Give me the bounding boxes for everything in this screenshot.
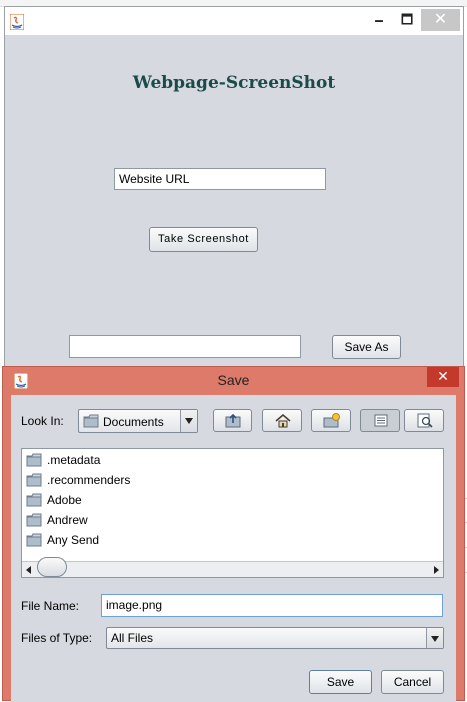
up-one-level-icon [225, 413, 241, 428]
file-name: Andrew [47, 513, 88, 527]
take-screenshot-button[interactable]: Take Screenshot [149, 227, 258, 252]
file-list[interactable]: .metadata .recommenders Adobe Andrew Any… [21, 448, 444, 578]
folder-icon [26, 453, 42, 467]
look-in-combo[interactable]: Documents [78, 409, 198, 433]
details-view-icon [417, 413, 433, 428]
minimize-button[interactable]: 🗕 [366, 9, 392, 31]
files-of-type-combo[interactable]: All Files [106, 627, 444, 649]
dialog-title: Save [217, 372, 250, 388]
dialog-close-button[interactable]: ✕ [427, 367, 459, 387]
file-name: .metadata [47, 453, 101, 467]
scroll-right-icon[interactable] [434, 566, 439, 574]
save-path-field[interactable] [69, 335, 301, 358]
scroll-left-icon[interactable] [26, 566, 31, 574]
file-name-input[interactable]: image.png [101, 594, 443, 617]
chevron-down-icon [426, 628, 443, 648]
save-button[interactable]: Save [309, 670, 372, 694]
maximize-button[interactable]: 🗖 [394, 9, 420, 31]
home-button[interactable] [262, 409, 302, 432]
file-name-label: File Name: [21, 599, 80, 613]
list-view-button[interactable] [360, 409, 400, 432]
folder-icon [26, 513, 42, 527]
file-name: Any Send [47, 533, 100, 547]
folder-icon [26, 493, 42, 507]
save-as-button[interactable]: Save As [332, 335, 401, 359]
horizontal-scrollbar[interactable] [22, 557, 443, 577]
folder-icon [26, 533, 42, 547]
files-of-type-label: Files of Type: [21, 631, 93, 645]
website-url-input[interactable]: Website URL [114, 168, 326, 190]
home-icon [275, 414, 291, 428]
files-of-type-value: All Files [111, 631, 154, 645]
file-name: Adobe [47, 493, 82, 507]
look-in-value: Documents [103, 415, 164, 429]
folder-icon [26, 473, 42, 487]
java-app-icon [10, 14, 24, 30]
new-folder-icon [323, 413, 340, 428]
new-folder-button[interactable] [311, 409, 351, 432]
up-one-level-button[interactable] [213, 409, 252, 432]
folder-icon [83, 414, 99, 428]
list-view-icon [374, 414, 388, 427]
scrollbar-thumb[interactable] [37, 557, 67, 577]
app-title: Webpage-ScreenShot [132, 73, 336, 93]
details-view-button[interactable] [404, 409, 444, 432]
cancel-button[interactable]: Cancel [381, 670, 444, 694]
close-button[interactable]: ✕ [421, 9, 460, 31]
chevron-down-icon [180, 410, 197, 432]
main-titlebar: 🗕 🗖 ✕ [5, 7, 463, 35]
look-in-label: Look In: [21, 414, 64, 428]
file-name: .recommenders [47, 473, 131, 487]
